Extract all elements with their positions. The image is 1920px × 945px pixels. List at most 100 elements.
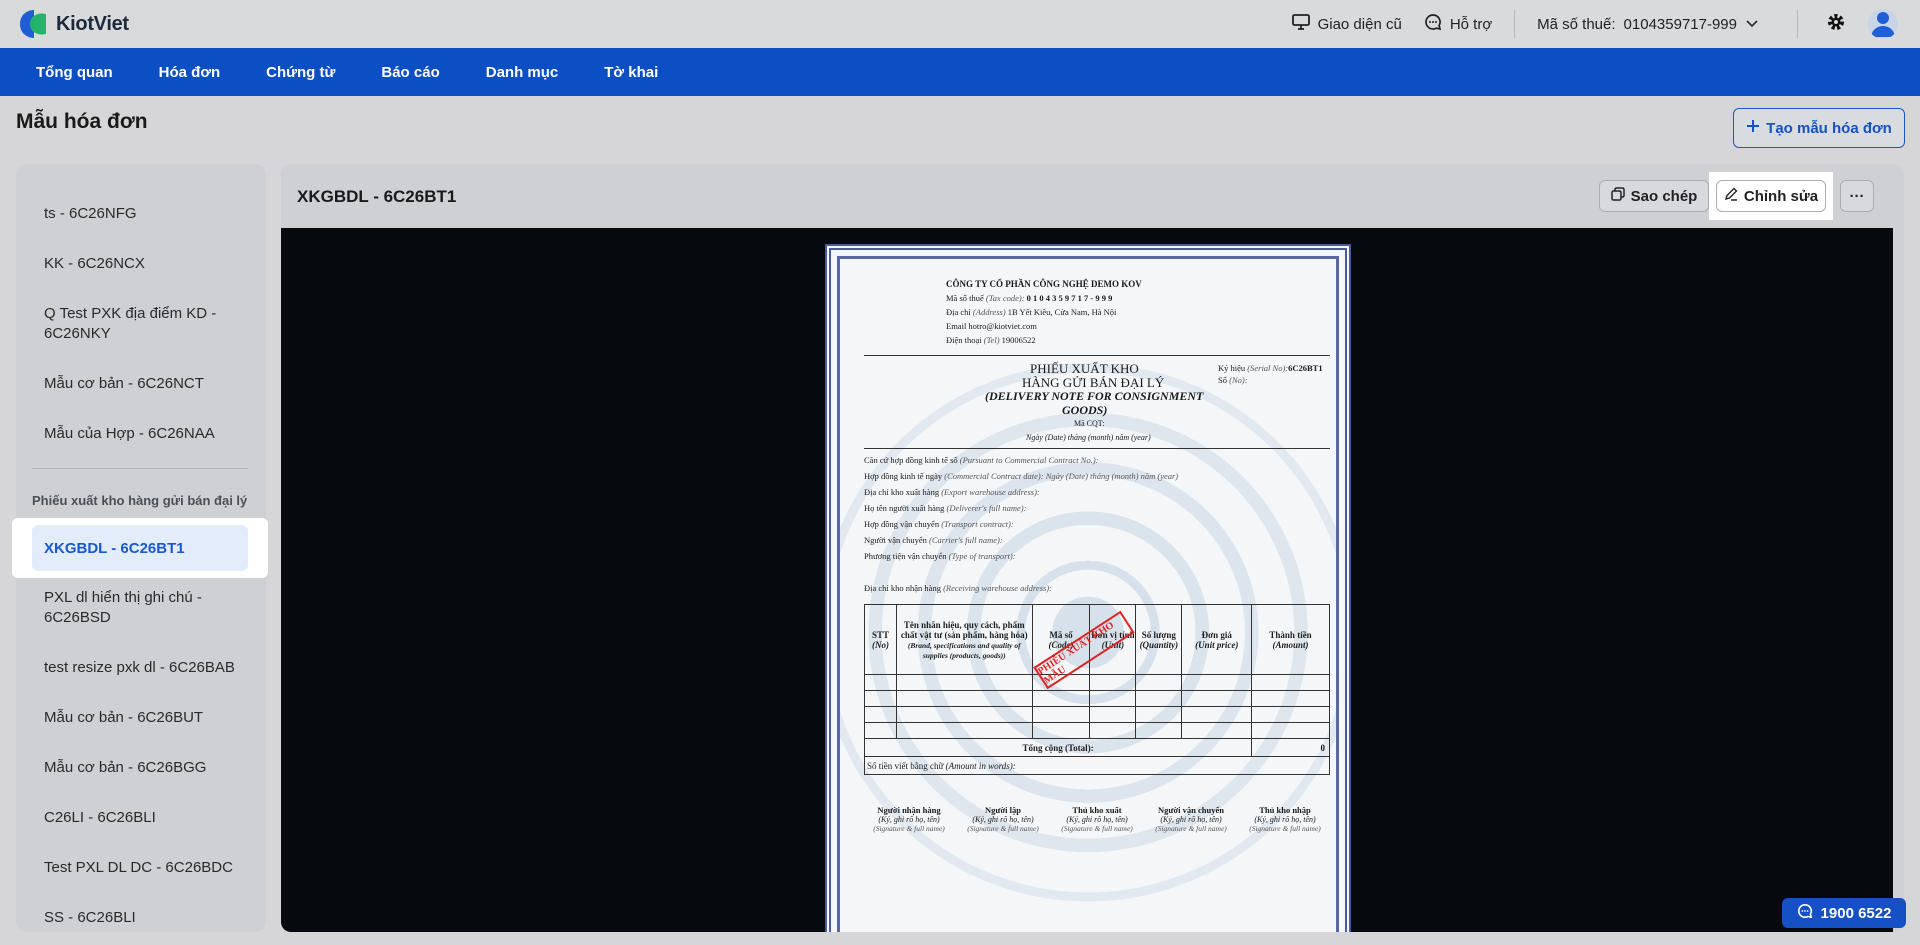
list-item[interactable]: Mẫu cơ bản - 6C26BUT (44, 708, 254, 728)
signer-note: (Ký, ghi rõ họ, tên) (1160, 815, 1222, 824)
list-item[interactable]: Mẫu cơ bản - 6C26BGG (44, 758, 254, 778)
field-contract-no: Căn cứ hợp đồng kinh tế số (Pursuant to … (864, 455, 1099, 465)
top-bar: KiotViet Giao diện cũ Hỗ trợ Mã số thuế:… (0, 0, 1920, 48)
list-item[interactable]: PXL dl hiển thị ghi chú - 6C26BSD (44, 588, 254, 628)
logo-icon (16, 8, 50, 40)
col-header-vi: Tên nhãn hiệu, quy cách, phẩm chất vật t… (900, 619, 1028, 640)
tax-code-selector[interactable]: Mã số thuế: 0104359717-999 (1537, 16, 1759, 33)
col-header: Thành tiền (Amount) (1251, 604, 1330, 675)
more-button[interactable]: ··· (1840, 180, 1874, 212)
main-nav: Tổng quan Hóa đơn Chứng từ Báo cáo Danh … (0, 48, 1920, 96)
divider (1514, 10, 1516, 38)
template-title: XKGBDL - 6C26BT1 (297, 187, 457, 206)
col-header: Tên nhãn hiệu, quy cách, phẩm chất vật t… (895, 604, 1033, 675)
nav-overview[interactable]: Tổng quan (36, 64, 113, 81)
list-item[interactable]: Test PXL DL DC - 6C26BDC (44, 858, 254, 878)
signer-title: Người vận chuyển (1157, 805, 1224, 815)
signer-title: Người lập (984, 805, 1022, 815)
field-label: Địa chỉ kho xuất hàng (864, 487, 940, 497)
doc-title-en: (DELIVERY NOTE FOR CONSIGNMENT (985, 389, 1204, 403)
address-label: Địa chỉ (946, 307, 971, 317)
signer: Thủ kho nhập (Ký, ghi rõ họ, tên) (Signatu… (1240, 805, 1330, 833)
field-transport-contract: Hợp đồng vận chuyển (Transport contract)… (864, 519, 1014, 529)
signer-title: Thủ kho nhập (1259, 805, 1311, 815)
signer-note-en: (Signature & full name) (967, 824, 1039, 833)
col-header-vi: Số lượng (1141, 629, 1176, 640)
col-header-en: (Quantity) (1139, 639, 1179, 650)
create-template-label: Tạo mẫu hóa đơn (1766, 119, 1892, 137)
signer-note-en: (Signature & full name) (1061, 824, 1133, 833)
template-detail-panel: XKGBDL - 6C26BT1 Sao chép Chỉnh sửa ··· … (281, 164, 1904, 932)
list-item[interactable]: Mẫu của Hợp - 6C26NAA (44, 424, 254, 444)
create-template-button[interactable]: Tạo mẫu hóa đơn (1733, 108, 1905, 148)
support-hotline-button[interactable]: 1900 6522 (1782, 898, 1906, 928)
nav-catalog[interactable]: Danh mục (486, 64, 559, 81)
signer-note: (Ký, ghi rõ họ, tên) (878, 815, 940, 824)
list-item[interactable]: test resize pxk dl - 6C26BAB (44, 658, 254, 678)
field-label: Căn cứ hợp đồng kinh tế số (864, 455, 958, 465)
edit-label: Chỉnh sửa (1743, 187, 1819, 205)
address-value: 1B Yết Kiêu, Cửa Nam, Hà Nội (1007, 307, 1117, 317)
copy-button[interactable]: Sao chép (1599, 180, 1709, 212)
page-title: Mẫu hóa đơn (16, 110, 148, 133)
total-label: Tổng cộng (Total): (863, 738, 1253, 757)
old-ui-link[interactable]: Giao diện cũ (1291, 14, 1402, 34)
monitor-icon (1291, 14, 1310, 34)
brand-name: KiotViet (56, 12, 129, 35)
list-item[interactable]: ts - 6C26NFG (44, 204, 254, 224)
field-label-en: (Type of transport): (948, 551, 1016, 561)
field-label: Họ tên người xuất hàng (864, 503, 945, 513)
kiotviet-logo[interactable]: KiotViet (16, 8, 129, 40)
settings-button[interactable] (1820, 8, 1852, 40)
list-item[interactable]: Q Test PXK địa điểm KD - 6C26NKY (44, 304, 254, 344)
total-value: 0 (1251, 738, 1330, 757)
edit-button[interactable]: Chỉnh sửa (1716, 180, 1826, 212)
nav-vouchers[interactable]: Chứng từ (266, 64, 335, 81)
col-header-vi: Thành tiền (1269, 629, 1312, 640)
col-header: Số lượng (Quantity) (1135, 604, 1183, 675)
avatar[interactable] (1868, 9, 1898, 39)
amount-words-en: (Amount in words): (945, 760, 1016, 771)
serial-en: (Serial No): (1247, 363, 1289, 373)
list-item-active[interactable]: XKGBDL - 6C26BT1 (32, 525, 248, 571)
total-row: Tổng cộng (Total): 0 (863, 738, 1330, 757)
plus-icon (1746, 119, 1760, 137)
number-line: Số (No): (1218, 375, 1248, 385)
field-label-en: (Commercial Contract date): Ngày (Date) … (944, 471, 1179, 481)
pencil-icon (1724, 187, 1738, 205)
help-link[interactable]: Hỗ trợ (1424, 13, 1492, 35)
field-label: Phương tiện vận chuyển (864, 551, 947, 561)
document-preview[interactable]: CÔNG TY CỔ PHẦN CÔNG NGHỆ DEMO KOV Mã số… (281, 228, 1893, 932)
address-en: (Address) (972, 307, 1006, 317)
number-en: (No): (1229, 375, 1248, 385)
tax-value: 0104359717-999 (1623, 15, 1737, 33)
tax-line: Mã số thuế (Tax code): 0 1 0 4 3 5 9 7 1… (946, 293, 1112, 303)
field-label: Người vận chuyển (864, 535, 927, 545)
phone-value: 19006522 (1001, 335, 1036, 345)
field-deliverer: Họ tên người xuất hàng (Deliverer's full… (864, 503, 1026, 513)
col-header-vi: Mã số (1049, 629, 1073, 640)
table-row (864, 722, 1330, 739)
help-label: Hỗ trợ (1449, 15, 1493, 33)
list-item[interactable]: SS - 6C26BLI (44, 908, 254, 928)
email-line: Email hotro@kiotviet.com (946, 321, 1037, 331)
signer: Người lập (Ký, ghi rõ họ, tên) (Signature … (958, 805, 1048, 833)
field-contract-date: Hợp đồng kinh tế ngày (Commercial Contra… (864, 471, 1178, 481)
list-item[interactable]: KK - 6C26NCX (44, 254, 254, 274)
list-item[interactable]: C26LI - 6C26BLI (44, 808, 254, 828)
nav-declarations[interactable]: Tờ khai (604, 64, 658, 81)
nav-invoices[interactable]: Hóa đơn (159, 64, 221, 81)
copy-icon (1610, 187, 1625, 205)
field-label-en: (Transport contract): (941, 519, 1014, 529)
field-label-en: (Export warehouse address): (941, 487, 1040, 497)
group-label: Phiếu xuất kho hàng gửi bán đại lý (32, 493, 248, 508)
field-label: Hợp đồng kinh tế ngày (864, 471, 943, 481)
nav-reports[interactable]: Báo cáo (381, 64, 439, 81)
amount-words-label: Số tiền viết bằng chữ (867, 760, 944, 771)
list-item[interactable]: Mẫu cơ bản - 6C26NCT (44, 374, 254, 394)
signer-note-en: (Signature & full name) (873, 824, 945, 833)
field-transport-type: Phương tiện vận chuyển (Type of transpor… (864, 551, 1016, 561)
chevron-down-icon (1745, 16, 1759, 33)
field-label: Địa chỉ kho nhận hàng (864, 583, 941, 593)
amount-words: Số tiền viết bằng chữ (Amount in words): (864, 756, 1330, 775)
